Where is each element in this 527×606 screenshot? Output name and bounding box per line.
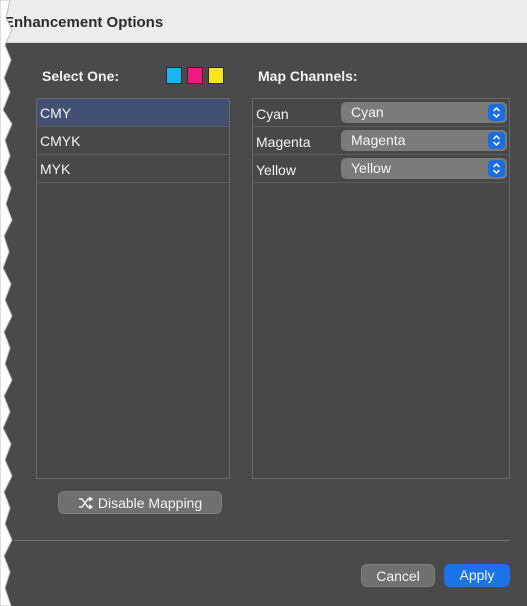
- shuffle-icon: [78, 496, 94, 510]
- select-value: Magenta: [351, 132, 406, 148]
- cyan-channel-select[interactable]: Cyan: [341, 102, 507, 123]
- disable-mapping-label: Disable Mapping: [97, 495, 203, 511]
- cyan-swatch: [166, 67, 182, 84]
- magenta-channel-select[interactable]: Magenta: [341, 130, 507, 151]
- list-item-label: CMY: [40, 105, 72, 121]
- map-row-yellow: Yellow Yellow: [253, 155, 509, 183]
- disable-mapping-button[interactable]: Disable Mapping: [58, 491, 222, 514]
- mode-list[interactable]: CMY CMYK MYK: [36, 98, 230, 479]
- updown-chevron-icon: [488, 132, 505, 149]
- list-item-label: CMYK: [40, 133, 81, 149]
- apply-button[interactable]: Apply: [444, 564, 510, 587]
- map-row-magenta: Magenta Magenta: [253, 127, 509, 155]
- updown-chevron-icon: [488, 104, 505, 121]
- cancel-button[interactable]: Cancel: [361, 564, 435, 587]
- channel-label: Yellow: [256, 162, 296, 178]
- magenta-swatch: [187, 67, 203, 84]
- select-one-heading: Select One:: [42, 68, 120, 84]
- torn-edge-decoration: [0, 0, 13, 606]
- list-item-cmy[interactable]: CMY: [37, 99, 229, 127]
- channel-map-list: Cyan Cyan Magenta Magenta Yellow Yellow: [252, 98, 510, 479]
- footer-divider: [14, 540, 510, 541]
- list-item-label: MYK: [40, 161, 71, 177]
- map-channels-heading: Map Channels:: [258, 68, 358, 84]
- yellow-channel-select[interactable]: Yellow: [341, 158, 507, 179]
- select-value: Yellow: [351, 160, 391, 176]
- map-row-cyan: Cyan Cyan: [253, 99, 509, 127]
- channel-label: Cyan: [256, 106, 289, 122]
- window-title: Enhancement Options: [4, 14, 164, 31]
- list-item-cmyk[interactable]: CMYK: [37, 127, 229, 155]
- channel-label: Magenta: [256, 134, 311, 150]
- list-item-myk[interactable]: MYK: [37, 155, 229, 183]
- select-value: Cyan: [351, 104, 384, 120]
- title-bar: Enhancement Options: [0, 0, 527, 43]
- updown-chevron-icon: [488, 160, 505, 177]
- yellow-swatch: [208, 67, 224, 84]
